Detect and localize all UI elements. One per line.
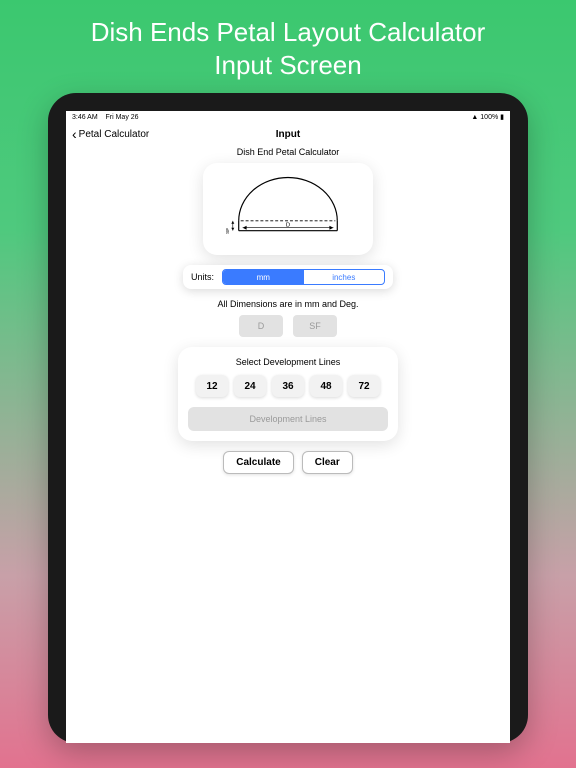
calculate-button[interactable]: Calculate [223,451,293,474]
development-title: Select Development Lines [188,357,388,367]
units-option-mm[interactable]: mm [223,270,304,284]
marketing-heading: Dish Ends Petal Layout Calculator Input … [71,0,506,89]
development-chips: 12 24 36 48 72 [188,375,388,397]
units-card: Units: mm inches [183,265,393,289]
dev-option-72[interactable]: 72 [348,375,380,397]
back-label: Petal Calculator [79,129,150,140]
dev-option-12[interactable]: 12 [196,375,228,397]
app-screen: 3:46 AM Fri May 26 ▲ 100% ▮ ‹ Petal Calc… [66,111,510,743]
nav-bar: ‹ Petal Calculator Input [66,123,510,145]
dimensions-note: All Dimensions are in mm and Deg. [217,299,358,309]
clear-button[interactable]: Clear [302,451,353,474]
development-card: Select Development Lines 12 24 36 48 72 … [178,347,398,441]
marketing-line-2: Input Screen [91,49,486,82]
battery-icon: ▮ [500,114,504,121]
tablet-frame: 3:46 AM Fri May 26 ▲ 100% ▮ ‹ Petal Calc… [48,93,528,743]
units-segmented: mm inches [222,269,385,285]
d-field[interactable]: D [239,315,283,337]
status-time: 3:46 AM [72,114,98,121]
status-left: 3:46 AM Fri May 26 [72,114,139,121]
marketing-line-1: Dish Ends Petal Layout Calculator [91,16,486,49]
status-right: ▲ 100% ▮ [471,113,504,121]
input-row: D SF [239,315,337,337]
battery-text: 100% [480,114,498,121]
wifi-icon: ▲ [471,114,478,121]
diagram-sf-label: SF [225,228,231,234]
chevron-left-icon: ‹ [72,127,77,141]
status-date: Fri May 26 [105,114,138,121]
dev-option-36[interactable]: 36 [272,375,304,397]
diagram-d-label: D [286,223,290,229]
units-option-inches[interactable]: inches [304,270,385,284]
units-label: Units: [191,272,214,282]
status-bar: 3:46 AM Fri May 26 ▲ 100% ▮ [66,111,510,123]
subtitle: Dish End Petal Calculator [66,147,510,157]
development-lines-field[interactable]: Development Lines [188,407,388,431]
dev-option-24[interactable]: 24 [234,375,266,397]
page-title: Input [276,129,300,140]
dish-end-diagram: D SF [219,171,357,247]
back-button[interactable]: ‹ Petal Calculator [72,127,149,141]
diagram-card: D SF [203,163,373,255]
action-row: Calculate Clear [223,451,352,474]
sf-field[interactable]: SF [293,315,337,337]
dev-option-48[interactable]: 48 [310,375,342,397]
